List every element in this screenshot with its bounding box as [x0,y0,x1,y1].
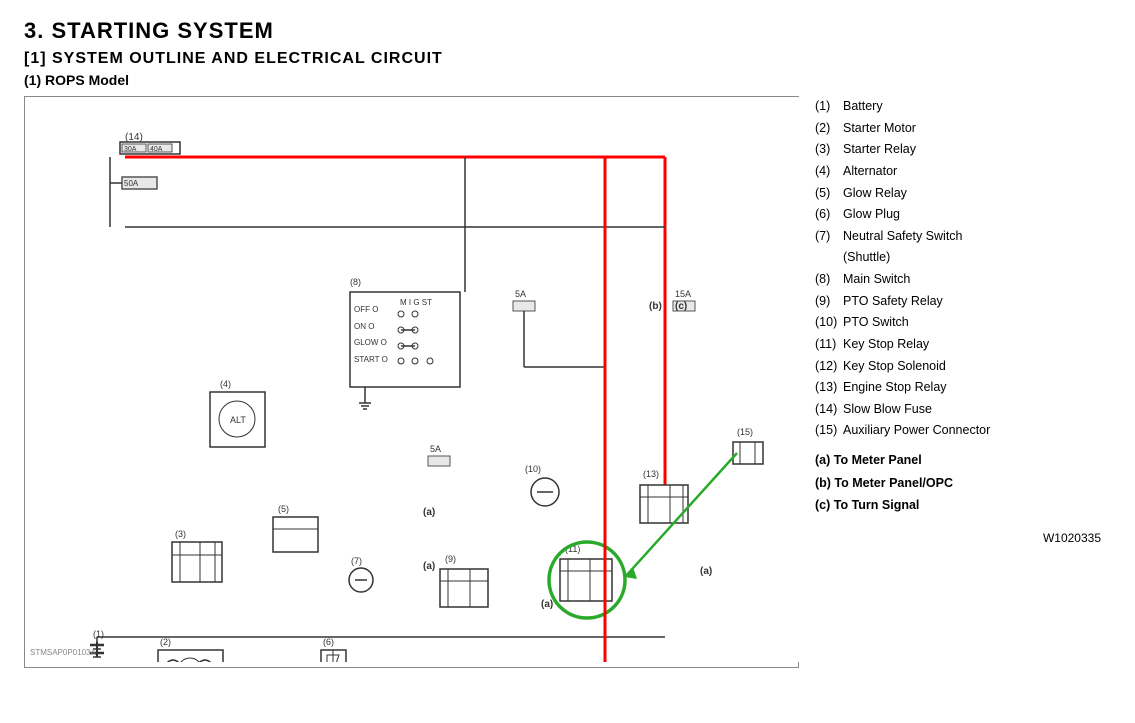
svg-text:(a): (a) [700,566,712,577]
legend-note-item: (a) To Meter Panel [815,449,1111,472]
legend-item: (1)Battery [815,96,1111,117]
svg-text:ALT: ALT [230,415,246,425]
svg-text:OFF O: OFF O [354,305,378,314]
legend-label: Starter Relay [843,139,916,160]
legend-label: Neutral Safety Switch [843,226,963,247]
legend-item: (4)Alternator [815,161,1111,182]
svg-text:5A: 5A [430,444,441,454]
legend-num: (13) [815,377,843,398]
legend-item: (7)Neutral Safety Switch [815,226,1111,247]
legend-item: (9)PTO Safety Relay [815,291,1111,312]
legend-item: (2)Starter Motor [815,118,1111,139]
legend-note-item: (b) To Meter Panel/OPC [815,472,1111,495]
svg-text:(6): (6) [323,637,334,647]
legend-num: (9) [815,291,843,312]
svg-text:(9): (9) [445,554,456,564]
legend-label: Key Stop Relay [843,334,929,355]
legend-num: (6) [815,204,843,225]
legend-num: (15) [815,420,843,441]
svg-text:(b): (b) [649,301,662,312]
legend-num: (2) [815,118,843,139]
legend-label: Glow Relay [843,183,907,204]
watermark: W1020335 [815,529,1111,549]
legend-label: PTO Switch [843,312,909,333]
legend-item: (10)PTO Switch [815,312,1111,333]
svg-text:(7): (7) [351,556,362,566]
svg-text:GLOW O: GLOW O [354,338,387,347]
section-title: [1] SYSTEM OUTLINE AND ELECTRICAL CIRCUI… [24,50,1111,68]
legend-notes: (a) To Meter Panel(b) To Meter Panel/OPC… [815,449,1111,517]
svg-text:50A: 50A [124,179,139,188]
content-area: (14) 30A 40A 50A (8) OFF O ON O G [24,96,1111,668]
legend-label: (Shuttle) [843,247,890,268]
svg-text:(c): (c) [675,301,687,312]
legend-item: (12)Key Stop Solenoid [815,356,1111,377]
legend-item: (11)Key Stop Relay [815,334,1111,355]
svg-text:15A: 15A [675,289,691,299]
svg-text:(15): (15) [737,427,753,437]
legend-list: (1)Battery(2)Starter Motor(3)Starter Rel… [815,96,1111,441]
svg-text:STMSAP0P0103A: STMSAP0P0103A [30,648,96,657]
svg-text:(10): (10) [525,464,541,474]
page: 3. STARTING SYSTEM [1] SYSTEM OUTLINE AN… [0,0,1135,723]
legend-num: (12) [815,356,843,377]
svg-text:(2): (2) [160,637,171,647]
legend-item: (15)Auxiliary Power Connector [815,420,1111,441]
legend-item: (5)Glow Relay [815,183,1111,204]
legend-label: Alternator [843,161,897,182]
svg-text:(3): (3) [175,529,186,539]
diagram-box: (14) 30A 40A 50A (8) OFF O ON O G [24,96,799,668]
svg-text:(13): (13) [643,469,659,479]
svg-text:40A: 40A [150,146,163,153]
legend-item: (Shuttle) [815,247,1111,268]
svg-text:30A: 30A [124,146,137,153]
legend-num: (5) [815,183,843,204]
svg-text:(4): (4) [220,379,231,389]
svg-text:(a): (a) [423,507,435,518]
legend-area: (1)Battery(2)Starter Motor(3)Starter Rel… [799,96,1111,668]
legend-label: PTO Safety Relay [843,291,943,312]
legend-item: (13)Engine Stop Relay [815,377,1111,398]
legend-item: (3)Starter Relay [815,139,1111,160]
svg-text:(14): (14) [125,132,143,143]
legend-label: Main Switch [843,269,910,290]
svg-text:M I G ST: M I G ST [400,298,432,307]
legend-item: (8)Main Switch [815,269,1111,290]
legend-num: (4) [815,161,843,182]
legend-item: (14)Slow Blow Fuse [815,399,1111,420]
legend-note-item: (c) To Turn Signal [815,494,1111,517]
legend-item: (6)Glow Plug [815,204,1111,225]
legend-label: Key Stop Solenoid [843,356,946,377]
legend-num: (11) [815,334,843,355]
svg-text:5A: 5A [515,289,526,299]
legend-num: (10) [815,312,843,333]
main-title: 3. STARTING SYSTEM [24,18,1111,44]
svg-text:(a): (a) [423,561,435,572]
circuit-diagram: (14) 30A 40A 50A (8) OFF O ON O G [25,97,800,662]
legend-num: (7) [815,226,843,247]
legend-label: Starter Motor [843,118,916,139]
svg-text:START O: START O [354,355,388,364]
legend-label: Auxiliary Power Connector [843,420,990,441]
legend-num: (8) [815,269,843,290]
svg-text:ON O: ON O [354,322,374,331]
svg-text:(8): (8) [350,277,361,287]
svg-text:(5): (5) [278,504,289,514]
legend-label: Glow Plug [843,204,900,225]
legend-label: Engine Stop Relay [843,377,947,398]
legend-label: Battery [843,96,883,117]
legend-num: (14) [815,399,843,420]
legend-label: Slow Blow Fuse [843,399,932,420]
sub-title: (1) ROPS Model [24,72,1111,88]
legend-num: (3) [815,139,843,160]
legend-num: (1) [815,96,843,117]
svg-text:(a): (a) [541,599,553,610]
